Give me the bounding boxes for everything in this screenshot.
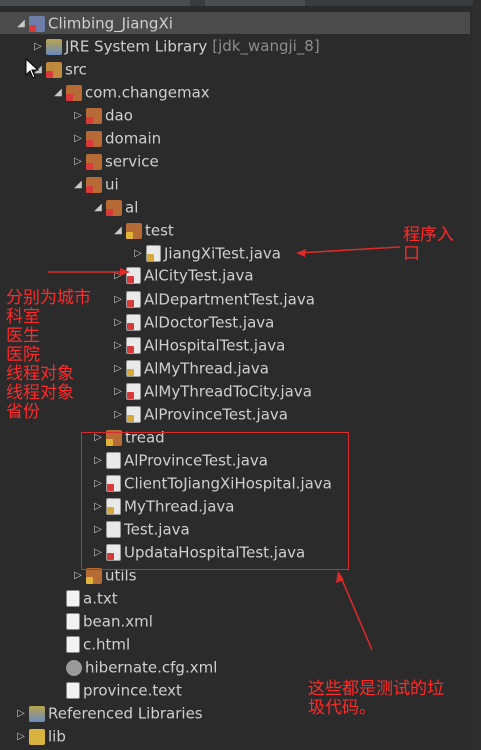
left-annotation: 分别为城市 科室 医生 医院 线程对象 线程对象 省份 — [6, 288, 91, 422]
garbage-code-box — [81, 432, 349, 570]
garbage-annotation: 这些都是测试的垃 圾代码。 — [308, 679, 444, 718]
vertical-scrollbar[interactable] — [473, 0, 481, 750]
